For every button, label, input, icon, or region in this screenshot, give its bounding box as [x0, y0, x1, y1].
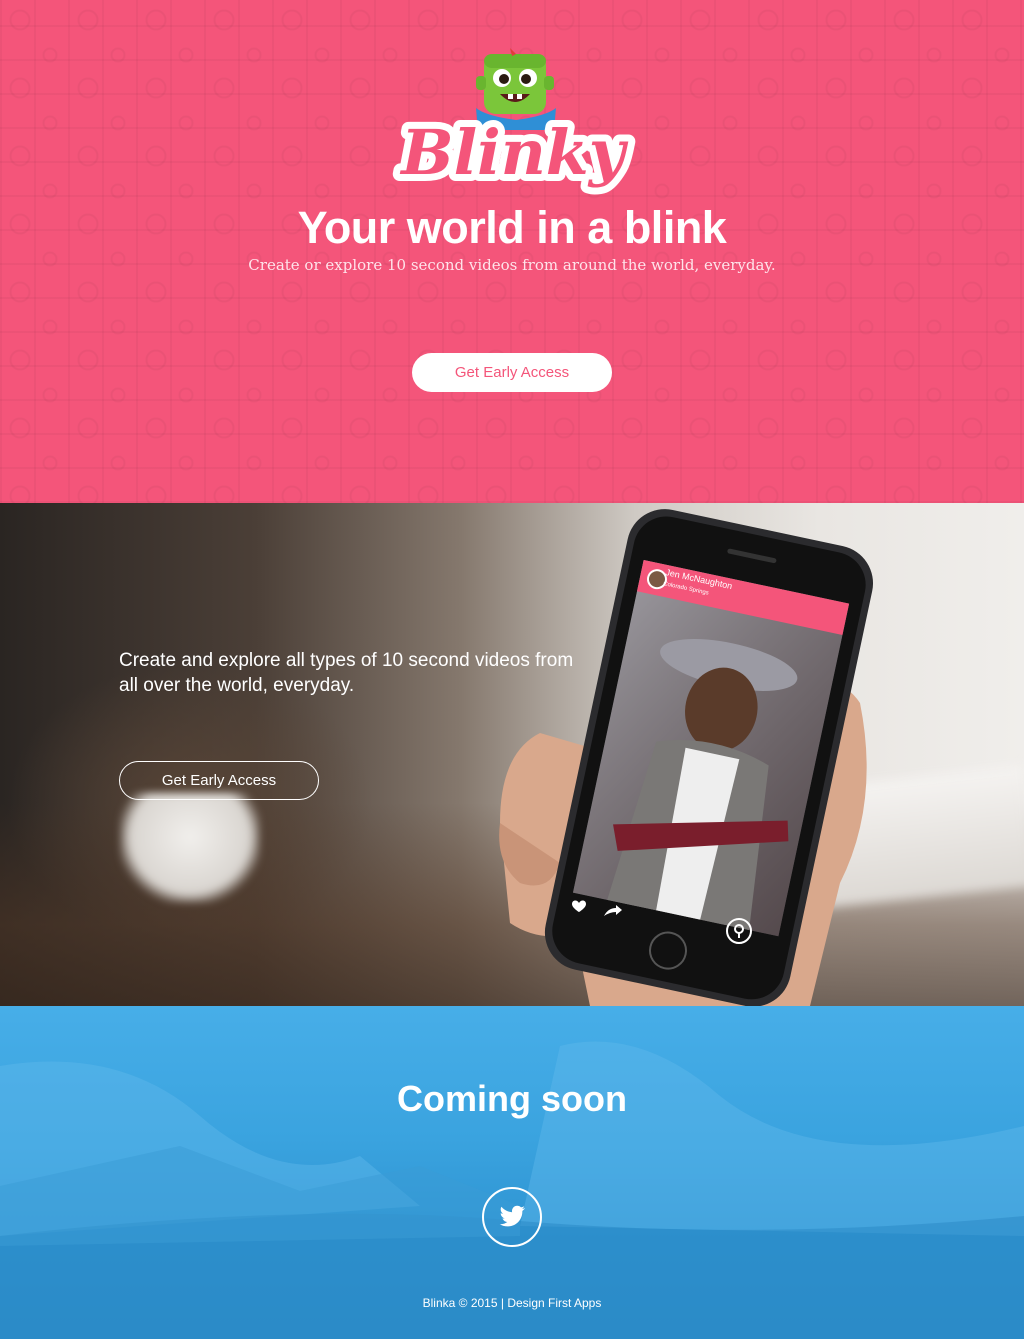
footer-text: Blinka © 2015 | Design First Apps	[422, 1296, 602, 1310]
get-early-access-button[interactable]: Get Early Access	[412, 353, 612, 392]
hero-section: Blinky Blinky Your world in a blink Crea…	[0, 0, 1024, 503]
coming-soon-title: Coming soon	[397, 1078, 627, 1119]
get-early-access-outline-button[interactable]: Get Early Access	[119, 761, 319, 800]
coming-soon-section: Coming soon Blinka © 2015 | Design First…	[0, 1006, 1024, 1339]
twitter-icon	[499, 1205, 525, 1227]
mountain-lake-background	[0, 1041, 1024, 1339]
showcase-caption: Create and explore all types of 10 secon…	[119, 650, 574, 696]
showcase-section: Jen McNaughton Colorado Springs Create a…	[0, 503, 1024, 1006]
phone-mockup-image: Jen McNaughton Colorado Springs	[499, 509, 874, 1006]
svg-text:Blinky: Blinky	[399, 116, 629, 189]
hero-title: Your world in a blink	[297, 202, 727, 253]
blinky-logo-wordmark: Blinky Blinky	[392, 109, 636, 196]
background-cup	[120, 793, 260, 903]
twitter-button[interactable]	[482, 1187, 542, 1247]
hero-subtitle: Create or explore 10 second videos from …	[248, 256, 776, 274]
